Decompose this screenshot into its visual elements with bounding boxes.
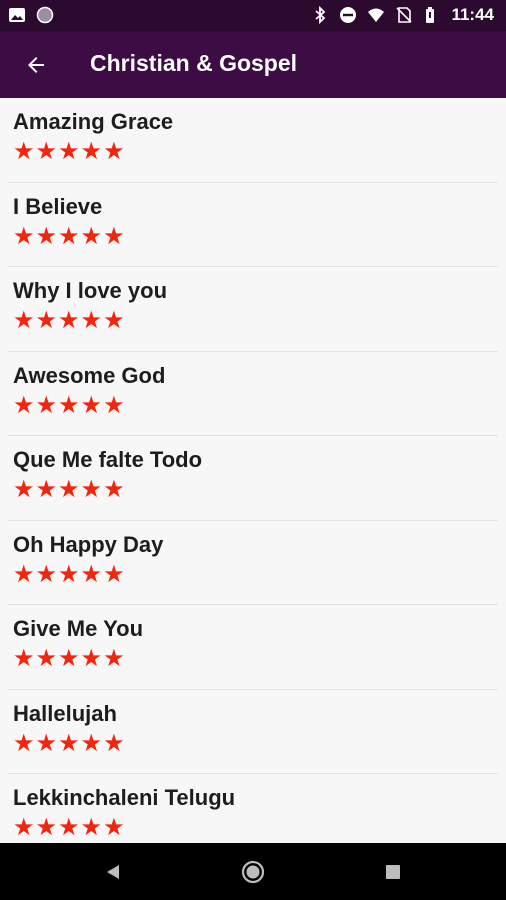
star-icon: ★: [35, 729, 58, 757]
back-triangle-icon: [107, 865, 119, 879]
song-title: I Believe: [13, 193, 103, 219]
song-item-amazing-grace[interactable]: Amazing Grace ★ ★ ★ ★ ★: [0, 98, 506, 183]
star-icon: ★: [58, 645, 80, 672]
star-icon: ★: [103, 645, 125, 672]
arrow-back-icon: [28, 57, 44, 73]
star-icon: ★: [13, 307, 35, 334]
song-title: Awesome God: [13, 362, 166, 388]
star-icon: ★: [58, 138, 80, 165]
star-icon: ★: [103, 307, 125, 334]
song-title: Amazing Grace: [13, 109, 174, 134]
star-icon: ★: [13, 729, 35, 757]
nav-recents-button[interactable]: [376, 855, 410, 889]
star-icon: ★: [13, 391, 35, 419]
song-title: Oh Happy Day: [13, 531, 164, 557]
song-item-give-me-you[interactable]: Give Me You ★ ★ ★ ★ ★: [0, 605, 506, 690]
star-rating: ★ ★ ★ ★ ★: [13, 816, 506, 840]
star-icon: ★: [103, 222, 125, 250]
star-icon: ★: [103, 560, 125, 588]
star-icon: ★: [80, 391, 103, 419]
star-icon: ★: [35, 391, 58, 419]
star-icon: ★: [58, 560, 80, 588]
song-item-hallelujah[interactable]: Hallelujah ★ ★ ★ ★ ★: [0, 690, 506, 775]
star-icon: ★: [80, 222, 103, 250]
star-icon: ★: [58, 476, 80, 503]
star-icon: ★: [13, 138, 35, 165]
star-icon: ★: [58, 222, 80, 250]
star-icon: ★: [103, 814, 125, 841]
star-icon: ★: [35, 222, 58, 250]
song-title: Hallelujah: [13, 700, 117, 726]
star-icon: ★: [103, 138, 125, 165]
star-icon: ★: [13, 560, 35, 588]
battery-icon: [426, 7, 435, 23]
star-icon: ★: [80, 138, 103, 165]
star-icon: ★: [58, 391, 80, 419]
star-icon: ★: [80, 729, 103, 757]
status-bar: 11:44: [0, 0, 506, 31]
star-rating: ★ ★ ★ ★ ★: [13, 391, 506, 419]
star-icon: ★: [13, 645, 35, 672]
star-icon: ★: [13, 814, 35, 841]
song-item-awesome-god[interactable]: Awesome God ★ ★ ★ ★ ★: [0, 352, 506, 437]
star-icon: ★: [103, 729, 125, 757]
star-icon: ★: [80, 560, 103, 588]
star-icon: ★: [80, 645, 103, 672]
circle-notification-icon: [36, 6, 54, 24]
page-title: Christian & Gospel: [90, 50, 298, 76]
star-rating: ★ ★ ★ ★ ★: [13, 478, 506, 502]
status-left-icons: [8, 6, 54, 24]
star-icon: ★: [58, 307, 80, 334]
star-icon: ★: [80, 476, 103, 503]
star-icon: ★: [13, 222, 35, 250]
star-rating: ★ ★ ★ ★ ★: [13, 222, 506, 250]
song-item-que-me-falte-todo[interactable]: Que Me falte Todo ★ ★ ★ ★ ★: [0, 436, 506, 521]
song-item-why-i-love-you[interactable]: Why I love you ★ ★ ★ ★ ★: [0, 267, 506, 352]
image-icon: [9, 8, 25, 22]
star-rating: ★ ★ ★ ★ ★: [13, 140, 506, 164]
status-right-icons: 11:44: [311, 5, 494, 25]
song-item-lekkinchaleni-telugu[interactable]: Lekkinchaleni Telugu ★ ★ ★ ★ ★: [0, 774, 506, 843]
star-rating: ★ ★ ★ ★ ★: [13, 309, 506, 333]
song-item-i-believe[interactable]: I Believe ★ ★ ★ ★ ★: [0, 183, 506, 268]
app-bar: Christian & Gospel: [0, 31, 506, 98]
star-icon: ★: [35, 814, 58, 841]
song-title: Lekkinchaleni Telugu: [13, 785, 236, 810]
star-icon: ★: [58, 814, 80, 841]
song-item-oh-happy-day[interactable]: Oh Happy Day ★ ★ ★ ★ ★: [0, 521, 506, 606]
star-rating: ★ ★ ★ ★ ★: [13, 729, 506, 757]
bluetooth-icon: [315, 6, 326, 24]
star-rating: ★ ★ ★ ★ ★: [13, 647, 506, 671]
system-nav-bar: [0, 843, 506, 900]
no-sim-icon: [396, 7, 413, 23]
star-icon: ★: [58, 729, 80, 757]
star-icon: ★: [13, 476, 35, 503]
star-icon: ★: [103, 476, 125, 503]
home-circle-icon: [241, 860, 265, 884]
star-icon: ★: [103, 391, 125, 419]
nav-home-button[interactable]: [236, 855, 270, 889]
song-title: Why I love you: [13, 278, 168, 303]
wifi-icon: [368, 8, 385, 22]
star-icon: ★: [35, 307, 58, 334]
back-button[interactable]: [18, 47, 54, 83]
song-list[interactable]: Amazing Grace ★ ★ ★ ★ ★ I Believe ★ ★ ★ ★ ★ Why …: [0, 98, 506, 843]
song-title: Que Me falte Todo: [13, 447, 203, 472]
star-icon: ★: [35, 560, 58, 588]
recents-square-icon: [386, 865, 400, 879]
star-icon: ★: [35, 476, 58, 503]
star-icon: ★: [80, 307, 103, 334]
status-time: 11:44: [451, 5, 494, 24]
nav-back-button[interactable]: [96, 855, 130, 889]
star-rating: ★ ★ ★ ★ ★: [13, 560, 506, 588]
song-title: Give Me You: [13, 616, 144, 641]
star-icon: ★: [35, 645, 58, 672]
star-icon: ★: [35, 138, 58, 165]
do-not-disturb-icon: [340, 7, 357, 23]
star-icon: ★: [80, 814, 103, 841]
